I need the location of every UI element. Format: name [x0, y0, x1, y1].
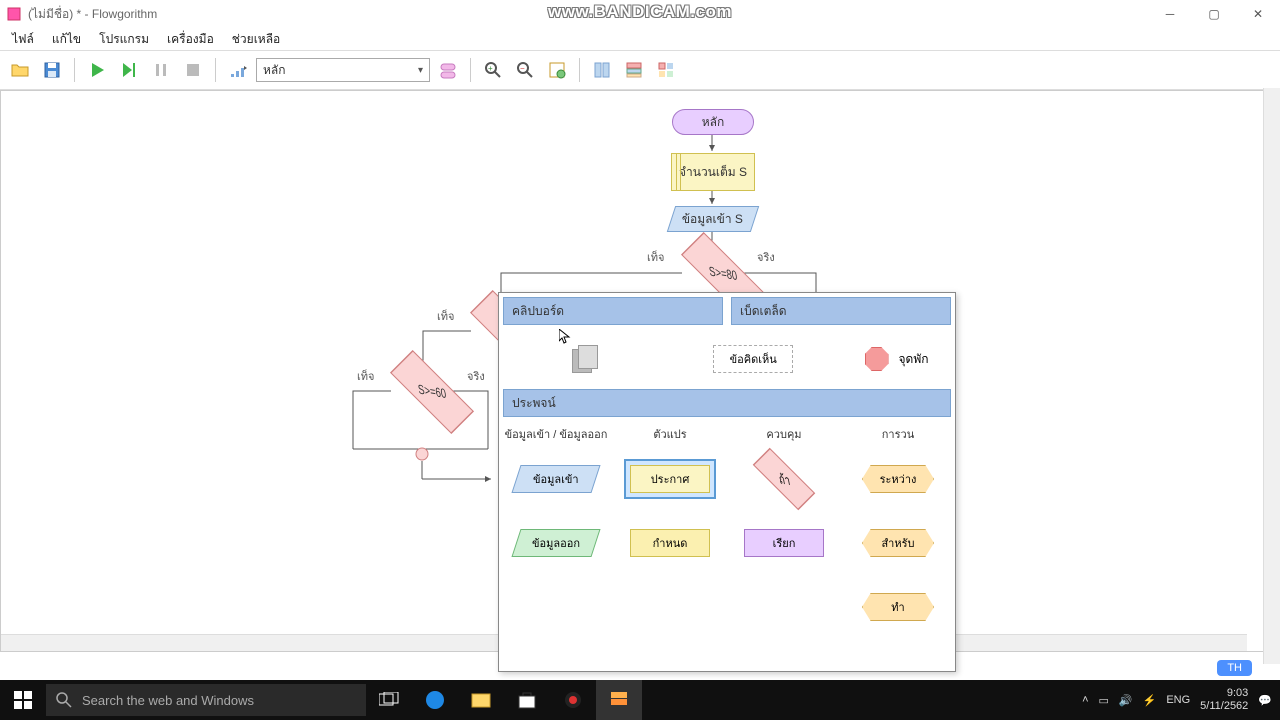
palette-cat-ctrl: ควบคุม — [731, 421, 837, 447]
label-false-3: เท็จ — [357, 367, 374, 385]
palette-header-clipboard: คลิปบอร์ด — [503, 297, 723, 325]
maximize-button[interactable]: ▢ — [1192, 0, 1236, 28]
menu-edit[interactable]: แก้ไข — [44, 28, 89, 51]
task-view-button[interactable] — [366, 680, 412, 720]
tray-chevron-icon[interactable]: ˄ — [1082, 694, 1088, 706]
system-tray: ˄ ▭ 🔊 ⚡ ENG 9:03 5/11/2562 💬 — [1074, 680, 1280, 720]
app-icon — [6, 6, 22, 22]
ime-indicator-pill[interactable]: TH — [1217, 660, 1252, 676]
taskbar-search[interactable]: Search the web and Windows — [46, 684, 366, 716]
search-placeholder: Search the web and Windows — [82, 693, 254, 708]
palette-call[interactable]: เรียก — [744, 529, 824, 557]
combo-value: หลัก — [263, 61, 286, 80]
taskbar-edge[interactable] — [412, 680, 458, 720]
style1-button[interactable] — [588, 56, 616, 84]
pause-button[interactable] — [147, 56, 175, 84]
separator — [470, 58, 471, 82]
palette-header-misc: เบ็ดเตล็ด — [731, 297, 951, 325]
palette-breakpoint-label: จุดพัก — [899, 350, 929, 369]
palette-if[interactable]: ถ้า — [753, 448, 816, 511]
layout-button[interactable] — [543, 56, 571, 84]
add-function-button[interactable] — [434, 56, 462, 84]
node-start[interactable]: หลัก — [672, 109, 754, 135]
shape-palette: คลิปบอร์ด เบ็ดเตล็ด ข้อคิดเห็น จุดพัก ปร… — [498, 292, 956, 672]
taskbar-bandicam[interactable] — [550, 680, 596, 720]
tray-volume-icon[interactable]: 🔊 — [1119, 694, 1133, 707]
toolbar: หลัก + − — [0, 50, 1280, 90]
watermark: www.BANDICAM.com — [548, 2, 732, 22]
tray-clock[interactable]: 9:03 5/11/2562 — [1200, 687, 1248, 713]
style3-button[interactable] — [652, 56, 680, 84]
palette-do[interactable]: ทำ — [862, 593, 934, 621]
palette-cat-io: ข้อมูลเข้า / ข้อมูลออก — [503, 421, 609, 447]
tray-notifications-icon[interactable]: 💬 — [1258, 694, 1272, 707]
speed-button[interactable] — [224, 56, 252, 84]
zoom-in-button[interactable]: + — [479, 56, 507, 84]
palette-assign[interactable]: กำหนด — [630, 529, 710, 557]
taskbar-explorer[interactable] — [458, 680, 504, 720]
tray-battery-icon[interactable]: ⚡ — [1143, 694, 1157, 707]
palette-cat-var: ตัวแปร — [617, 421, 723, 447]
step-button[interactable] — [115, 56, 143, 84]
style2-button[interactable] — [620, 56, 648, 84]
palette-paste[interactable] — [572, 345, 596, 373]
palette-breakpoint-icon[interactable] — [865, 347, 889, 371]
palette-comment[interactable]: ข้อคิดเห็น — [713, 345, 793, 373]
scrollbar-vertical[interactable] — [1263, 88, 1280, 664]
titlebar: (ไม่มีชื่อ) * - Flowgorithm www.BANDICAM… — [0, 0, 1280, 28]
label-true-1: จริง — [757, 248, 775, 266]
search-icon — [56, 692, 72, 708]
node-decision-3[interactable]: S>=60 — [390, 350, 474, 434]
svg-text:−: − — [520, 64, 525, 73]
menu-tools[interactable]: เครื่องมือ — [159, 28, 222, 51]
function-combo[interactable]: หลัก — [256, 58, 430, 82]
palette-cat-loop: การวน — [845, 421, 951, 447]
menu-help[interactable]: ช่วยเหลือ — [224, 28, 289, 51]
palette-output[interactable]: ข้อมูลออก — [511, 529, 600, 557]
stop-button[interactable] — [179, 56, 207, 84]
label-false-1: เท็จ — [647, 248, 664, 266]
taskbar-app-active[interactable] — [596, 680, 642, 720]
zoom-out-button[interactable]: − — [511, 56, 539, 84]
palette-declare-selected[interactable]: ประกาศ — [624, 459, 716, 499]
node-input[interactable]: ข้อมูลเข้า S — [667, 206, 759, 232]
separator — [74, 58, 75, 82]
menu-program[interactable]: โปรแกรม — [91, 28, 157, 51]
taskbar: Search the web and Windows ˄ ▭ 🔊 ⚡ ENG 9… — [0, 680, 1280, 720]
palette-input[interactable]: ข้อมูลเข้า — [511, 465, 600, 493]
minimize-button[interactable]: ─ — [1148, 0, 1192, 28]
separator — [579, 58, 580, 82]
menubar: ไฟล์ แก้ไข โปรแกรม เครื่องมือ ช่วยเหลือ — [0, 28, 1280, 50]
tray-network-icon[interactable]: ▭ — [1099, 694, 1109, 707]
label-false-2: เท็จ — [437, 307, 454, 325]
window-title: (ไม่มีชื่อ) * - Flowgorithm — [28, 5, 157, 24]
node-declare[interactable]: จำนวนเต็ม S — [671, 153, 755, 191]
close-button[interactable]: ✕ — [1236, 0, 1280, 28]
save-button[interactable] — [38, 56, 66, 84]
palette-header-statement: ประพจน์ — [503, 389, 951, 417]
separator — [215, 58, 216, 82]
run-button[interactable] — [83, 56, 111, 84]
svg-text:+: + — [488, 64, 493, 73]
taskbar-store[interactable] — [504, 680, 550, 720]
palette-for[interactable]: สำหรับ — [862, 529, 934, 557]
label-true-3: จริง — [467, 367, 485, 385]
open-button[interactable] — [6, 56, 34, 84]
menu-file[interactable]: ไฟล์ — [4, 28, 42, 51]
start-button[interactable] — [0, 680, 46, 720]
palette-while[interactable]: ระหว่าง — [862, 465, 934, 493]
tray-lang[interactable]: ENG — [1166, 694, 1190, 706]
